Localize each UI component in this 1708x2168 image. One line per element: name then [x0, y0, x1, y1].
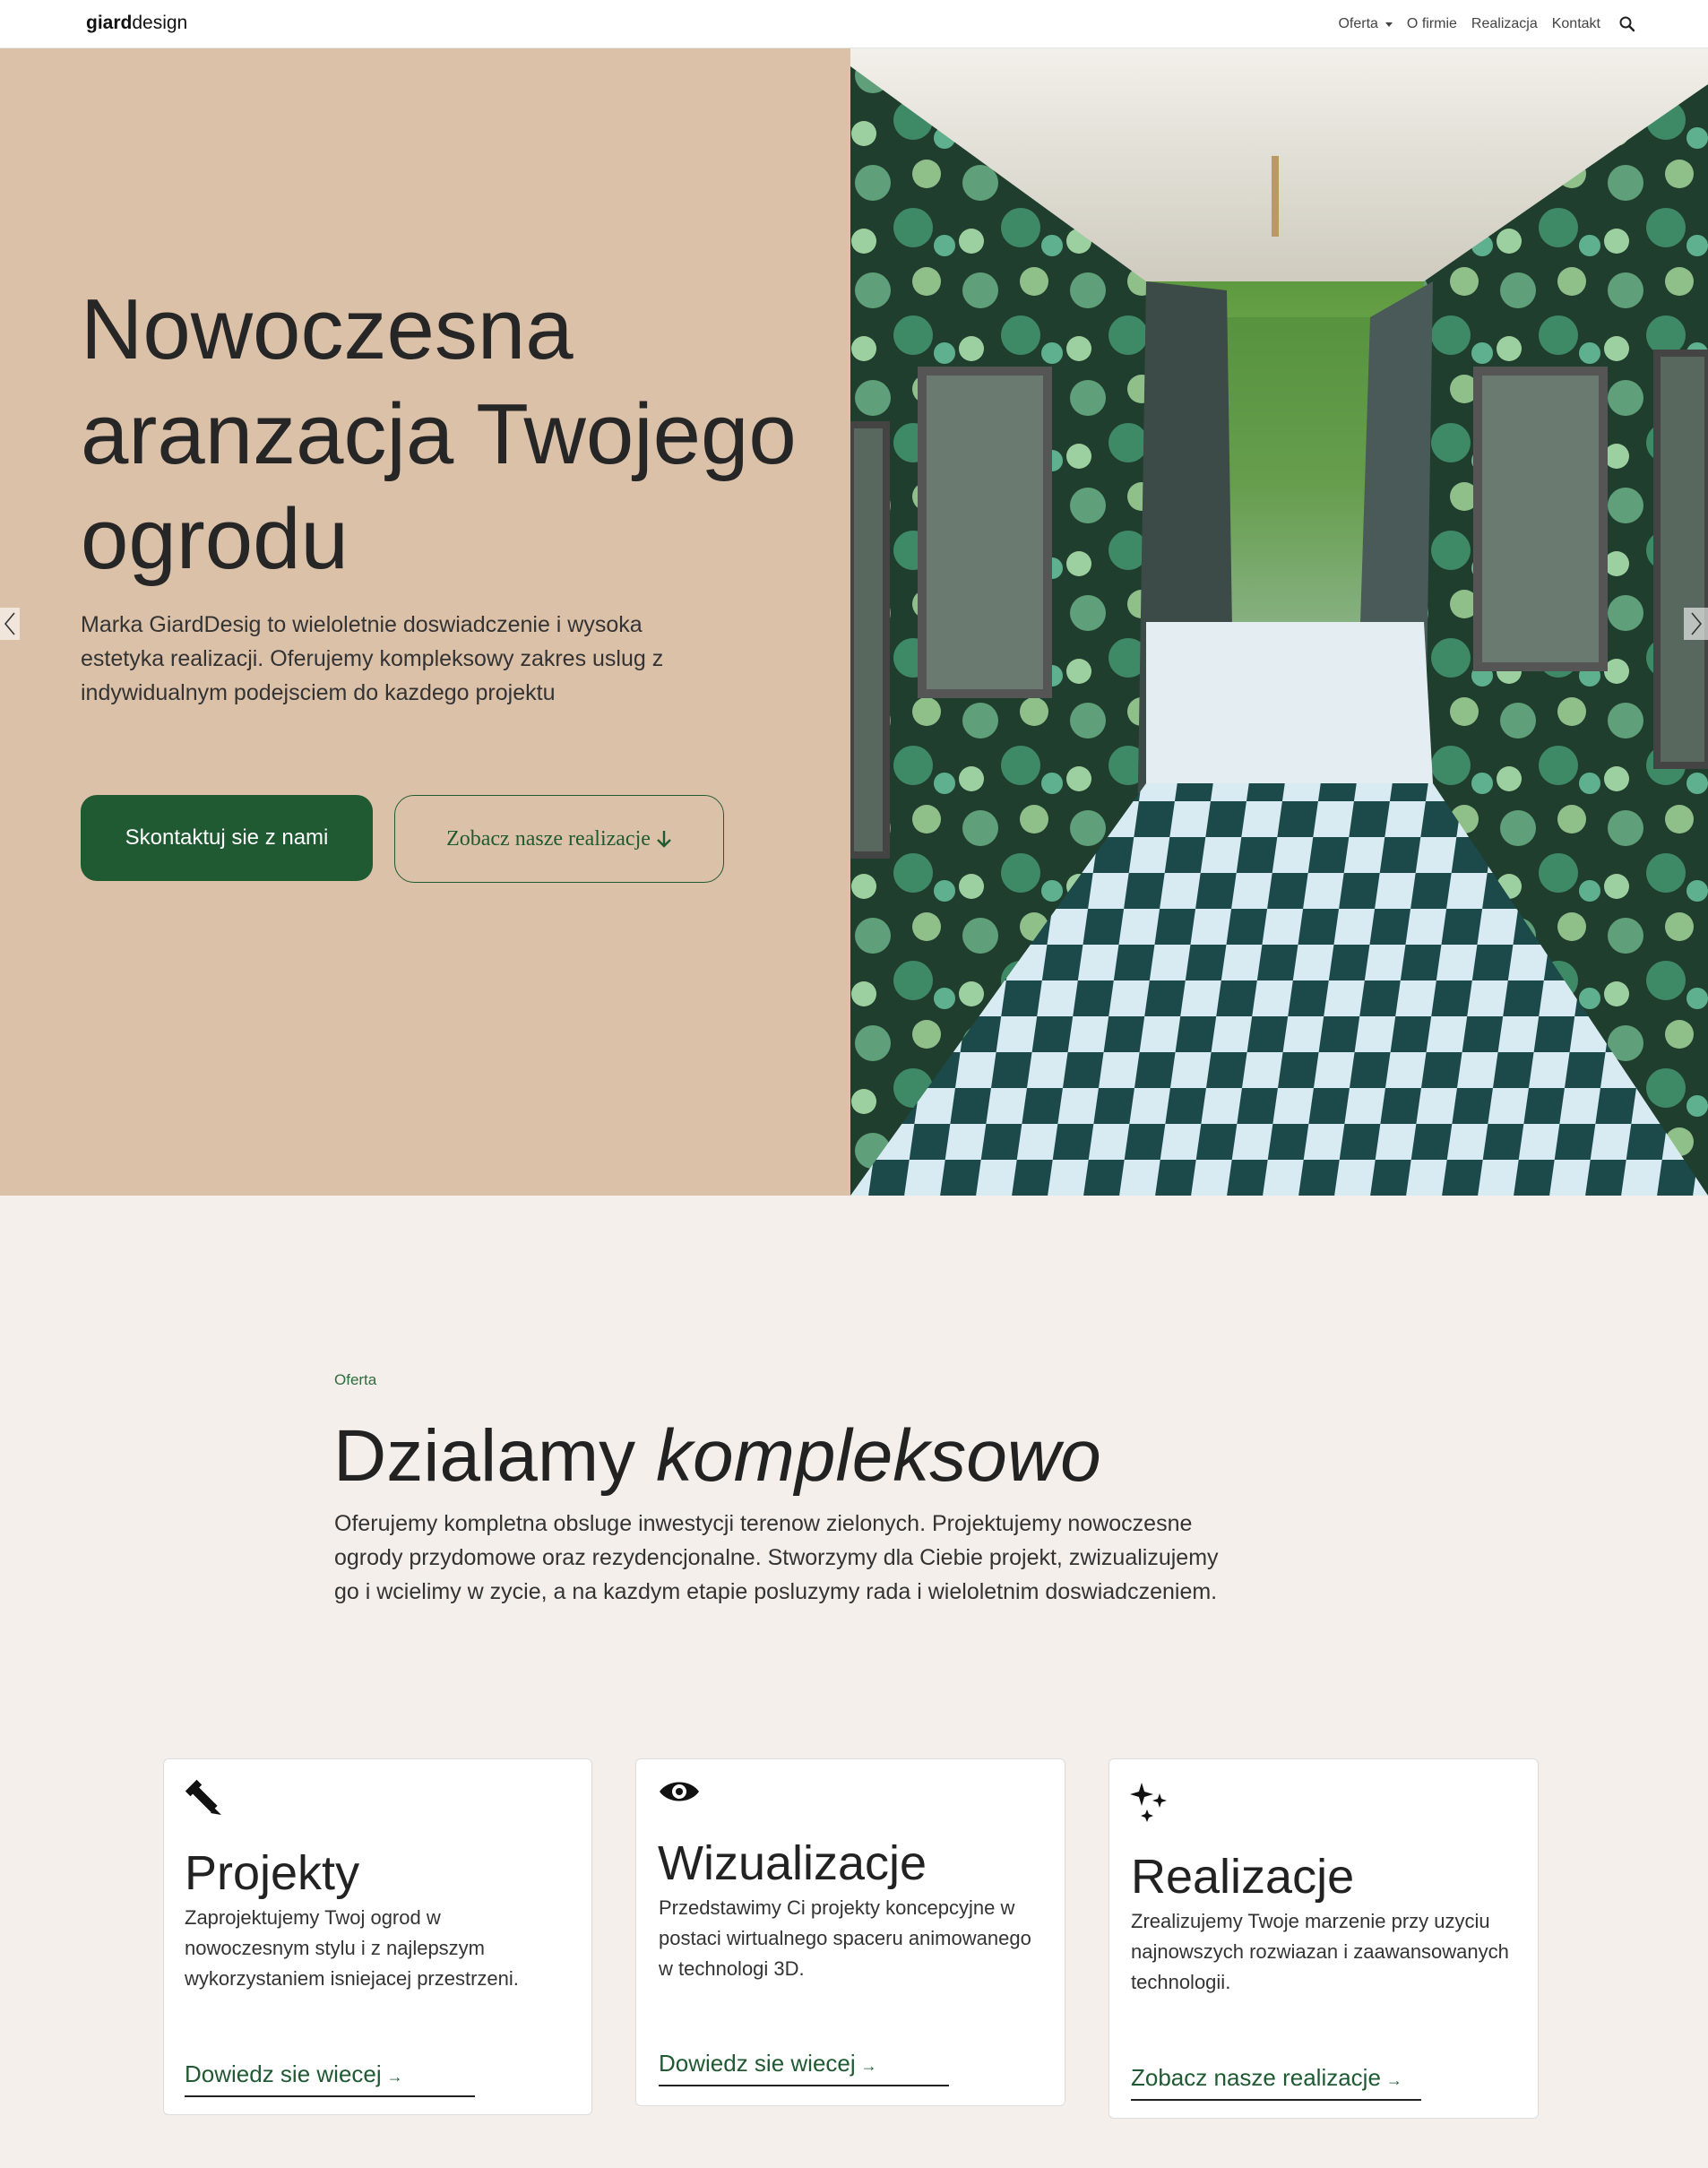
contact-button-label: Skontaktuj sie z nami	[125, 825, 329, 850]
logo[interactable]: giarddesign	[86, 13, 187, 34]
nav-item-realizacja[interactable]: Realizacja	[1471, 16, 1538, 32]
arrow-right-icon: →	[860, 2057, 877, 2075]
hero-description: Marka GiardDesig to wieloletnie doswiadc…	[81, 612, 664, 705]
pencil-ruler-icon	[184, 1777, 223, 1817]
arrow-down-icon	[657, 831, 671, 848]
logo-bold: giard	[86, 13, 133, 33]
offer-eyebrow: Oferta	[334, 1371, 377, 1388]
see-realizations-label: Zobacz nasze realizacje	[446, 826, 651, 851]
search-icon[interactable]	[1618, 15, 1636, 33]
contact-button[interactable]: Skontaktuj sie z nami	[81, 795, 373, 881]
nav-item-oferta[interactable]: Oferta	[1338, 16, 1393, 32]
card-description: Zaprojektujemy Twoj ogrod w nowoczesnym …	[185, 1906, 519, 1990]
hero-title: Nowoczesna aranzacja Twojego ogrodu	[81, 281, 797, 587]
card-projekty: Projekty Zaprojektujemy Twoj ogrod w now…	[163, 1758, 592, 2115]
nav-menu: Oferta O firmie Realizacja Kontakt	[1324, 0, 1708, 48]
card-link-label: Dowiedz sie wiecej	[659, 2050, 856, 2077]
arrow-right-icon: →	[1385, 2071, 1402, 2089]
card-link-dowiedz[interactable]: Dowiedz sie wiecej →	[185, 2060, 475, 2097]
hero-text-panel: Nowoczesna aranzacja Twojego ogrodu Mark…	[0, 48, 850, 1196]
nav-item-label: Realizacja	[1471, 16, 1538, 31]
card-link-label: Zobacz nasze realizacje	[1131, 2064, 1381, 2091]
logo-rest: design	[132, 13, 188, 33]
card-title: Projekty	[185, 1846, 360, 1900]
offer-title: Dzialamy kompleksowo	[333, 1412, 1101, 1501]
card-realizacje: Realizacje Zrealizujemy Twoje marzenie p…	[1108, 1758, 1539, 2119]
sparkles-icon	[1129, 1781, 1169, 1822]
see-realizations-button[interactable]: Zobacz nasze realizacje	[394, 795, 724, 883]
card-link-dowiedz[interactable]: Dowiedz sie wiecej →	[659, 2050, 949, 2086]
carousel-prev-icon[interactable]	[0, 608, 20, 640]
nav-item-label: O firmie	[1406, 16, 1457, 31]
offer-title-italic: kompleksowo	[655, 1415, 1101, 1497]
card-link-zobacz[interactable]: Zobacz nasze realizacje →	[1131, 2064, 1421, 2101]
navbar: giarddesign Oferta O firmie Realizacja K…	[0, 0, 1708, 48]
card-description: Zrealizujemy Twoje marzenie przy uzyciu …	[1131, 1910, 1509, 1993]
hero-image	[850, 48, 1708, 1196]
card-link-label: Dowiedz sie wiecej	[185, 2060, 382, 2087]
hero-section: Nowoczesna aranzacja Twojego ogrodu Mark…	[0, 48, 1708, 1196]
nav-item-kontakt[interactable]: Kontakt	[1552, 16, 1600, 32]
card-wizualizacje: Wizualizacje Przedstawimy Ci projekty ko…	[635, 1758, 1065, 2106]
arrow-right-icon: →	[386, 2068, 403, 2086]
card-title: Realizacje	[1131, 1850, 1355, 1904]
nav-item-label: Kontakt	[1551, 16, 1600, 31]
nav-item-o-firmie[interactable]: O firmie	[1407, 16, 1457, 32]
offer-title-regular: Dzialamy	[333, 1415, 636, 1497]
eye-icon	[658, 1775, 699, 1815]
nav-item-label: Oferta	[1338, 16, 1378, 31]
caret-down-icon	[1385, 22, 1393, 27]
card-description: Przedstawimy Ci projekty koncepcyjne w p…	[659, 1896, 1031, 1980]
card-title: Wizualizacje	[658, 1836, 927, 1890]
carousel-next-icon[interactable]	[1684, 608, 1708, 640]
offer-description: Oferujemy kompletna obsluge inwestycji t…	[334, 1511, 1219, 1604]
